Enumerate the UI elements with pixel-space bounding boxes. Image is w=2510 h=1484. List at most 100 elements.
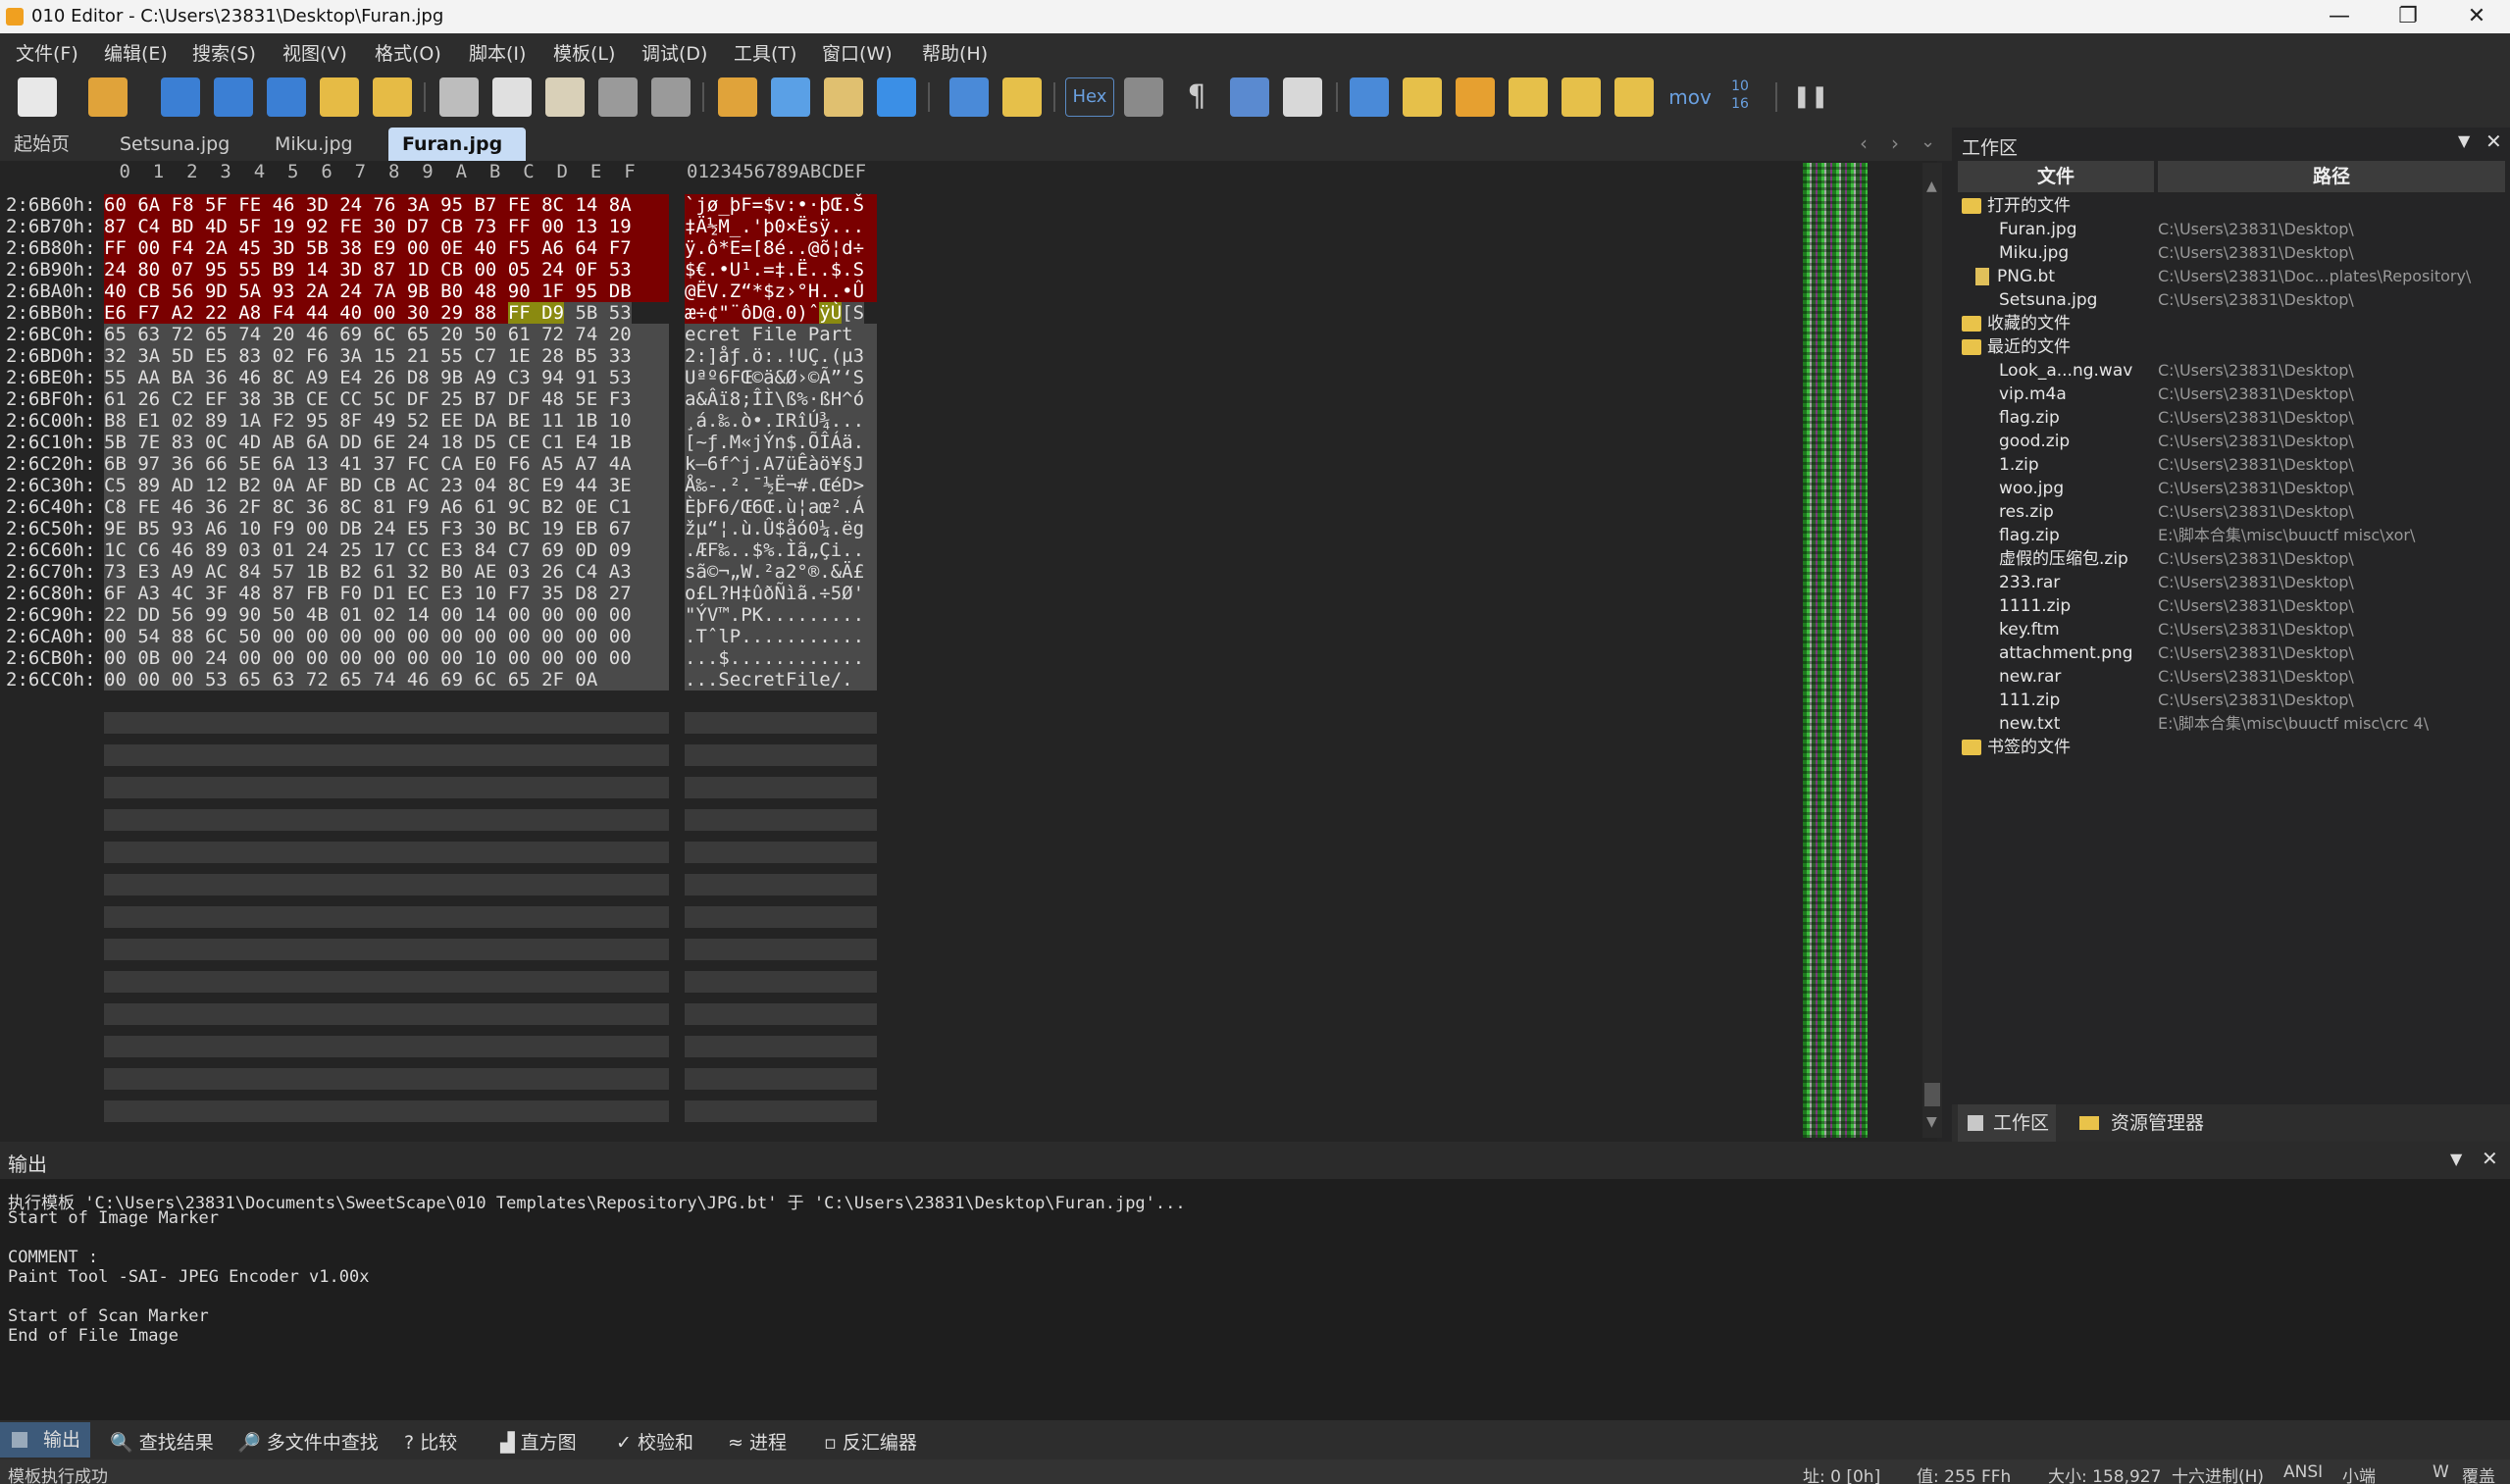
tree-file-item[interactable]: Look_a...ng.wav C:\Users\23831\Desktop\	[1958, 359, 2507, 383]
hex-bytes-row[interactable]: 00 54 88 6C 50 00 00 00 00 00 00 00 00 0…	[104, 626, 669, 647]
tree-file-item[interactable]: 1111.zip C:\Users\23831\Desktop\	[1958, 594, 2507, 618]
status-mode[interactable]: 十六进制(H)	[2172, 1462, 2264, 1484]
ascii-row[interactable]: Å‰-.².¯½Ë¬#.ŒéD>	[685, 475, 877, 496]
ascii-row[interactable]: a&Âï8;ÎÌ\ß%·ßH^ó	[685, 388, 877, 410]
hex-bytes-row[interactable]: 61 26 C2 EF 38 3B CE CC 5C DF 25 B7 DF 4…	[104, 388, 669, 410]
tab-miku[interactable]: Miku.jpg	[275, 128, 353, 161]
goto-icon[interactable]	[877, 77, 916, 117]
menu-search[interactable]: 搜索(S)	[192, 39, 256, 66]
tab-compare[interactable]: ? 比较	[404, 1428, 457, 1455]
menu-file[interactable]: 文件(F)	[16, 39, 78, 66]
tree-file-item[interactable]: vip.m4a C:\Users\23831\Desktop\	[1958, 383, 2507, 406]
hex-editor[interactable]: 0 1 2 3 4 5 6 7 8 9 A B C D E F 01234567…	[0, 161, 1937, 1142]
ascii-row[interactable]: sã©¬„W.²a2°®.&Ä£	[685, 561, 877, 583]
hex-bytes-row[interactable]: 60 6A F8 5F FE 46 3D 24 76 3A 95 B7 FE 8…	[104, 194, 669, 216]
tree-group[interactable]: 最近的文件	[1962, 335, 2071, 359]
menu-debug[interactable]: 调试(D)	[641, 39, 707, 66]
ascii-row[interactable]: ...SecretFile/.	[685, 669, 877, 691]
tab-start-page[interactable]: 起始页	[14, 128, 70, 161]
tree-file-item[interactable]: 233.rar C:\Users\23831\Desktop\	[1958, 571, 2507, 594]
output-menu-icon[interactable]: ▼	[2450, 1150, 2462, 1168]
hex-bytes-row[interactable]: 87 C4 BD 4D 5F 19 92 FE 30 D7 CB 73 FF 0…	[104, 216, 669, 237]
menu-window[interactable]: 窗口(W)	[822, 39, 893, 66]
base-converter-icon[interactable]: 10 16	[1720, 77, 1760, 117]
redo-icon[interactable]	[651, 77, 691, 117]
copy-icon[interactable]	[492, 77, 532, 117]
tab-list-icon[interactable]: ⌄	[1921, 131, 1935, 152]
hex-bytes-row[interactable]: 22 DD 56 99 90 50 4B 01 02 14 00 14 00 0…	[104, 604, 669, 626]
save-icon[interactable]	[161, 77, 200, 117]
hex-bytes-row[interactable]: 65 63 72 65 74 20 46 69 6C 65 20 50 61 7…	[104, 324, 669, 345]
hex-bytes-row[interactable]: 1C C6 46 89 03 01 24 25 17 CC E3 84 C7 6…	[104, 539, 669, 561]
tab-histogram[interactable]: ▟ 直方图	[500, 1428, 577, 1455]
hex-bytes-row[interactable]: 6F A3 4C 3F 48 87 FB F0 D1 EC E3 10 F7 3…	[104, 583, 669, 604]
ascii-row[interactable]: Uªº6FŒ©ä&Ø›©Ã”‘S	[685, 367, 877, 388]
hex-bytes-row[interactable]: 00 0B 00 24 00 00 00 00 00 00 00 10 00 0…	[104, 647, 669, 669]
disassembler-icon[interactable]: mov	[1667, 77, 1713, 117]
help-icon[interactable]	[1403, 77, 1442, 117]
hex-bytes-row[interactable]: C5 89 AD 12 B2 0A AF BD CB AC 23 04 8C E…	[104, 475, 669, 496]
tree-group[interactable]: 收藏的文件	[1962, 312, 2071, 335]
ascii-row[interactable]: "ÝV™.PK.........	[685, 604, 877, 626]
tree-file-item[interactable]: PNG.bt C:\Users\23831\Doc...plates\Reposi…	[1958, 265, 2507, 288]
vertical-scrollbar[interactable]: ▲ ▼	[1922, 163, 1942, 1138]
scroll-thumb[interactable]	[1924, 1083, 1940, 1106]
tree-file-item[interactable]: new.txt E:\脚本合集\misc\buuctf misc\crc 4\	[1958, 712, 2507, 736]
ascii-row[interactable]: [~ƒ.M«jÝn$.ÕÎÁä.	[685, 432, 877, 453]
tree-file-item[interactable]: new.rar C:\Users\23831\Desktop\	[1958, 665, 2507, 689]
file-minimap[interactable]	[1803, 163, 1868, 1138]
tree-file-item[interactable]: 1.zip C:\Users\23831\Desktop\	[1958, 453, 2507, 477]
panel-close-icon[interactable]: ✕	[2485, 129, 2502, 153]
close-window-button[interactable]: ✕	[2442, 2, 2510, 31]
columns-icon[interactable]	[1230, 77, 1269, 117]
replace-icon[interactable]	[771, 77, 810, 117]
find-in-files-icon[interactable]	[824, 77, 863, 117]
hex-bytes-row[interactable]: 40 CB 56 9D 5A 93 2A 24 7A 9B B0 48 90 1…	[104, 281, 669, 302]
menu-view[interactable]: 视图(V)	[282, 39, 347, 66]
status-encoding[interactable]: ANSI	[2283, 1462, 2323, 1482]
tree-file-item[interactable]: woo.jpg C:\Users\23831\Desktop\	[1958, 477, 2507, 500]
hex-bytes-row[interactable]: 24 80 07 95 55 B9 14 3D 87 1D CB 00 05 2…	[104, 259, 669, 281]
calculator-icon[interactable]	[1350, 77, 1389, 117]
hex-icon[interactable]: Hex	[1065, 77, 1114, 117]
ascii-row[interactable]: æ÷¢"¨ôD@.0)ˆÿÙ[S	[685, 302, 877, 324]
tree-file-item[interactable]: Miku.jpg C:\Users\23831\Desktop\	[1958, 241, 2507, 265]
menu-script[interactable]: 脚本(I)	[469, 39, 526, 66]
tree-file-item[interactable]: Furan.jpg C:\Users\23831\Desktop\	[1958, 218, 2507, 241]
tree-group[interactable]: 打开的文件	[1962, 194, 2071, 218]
ascii-row[interactable]: `jø_þF=$v:•·þŒ.Š	[685, 194, 877, 216]
ascii-row[interactable]: ÈþF6/Œ6Œ.ù¦aœ².Á	[685, 496, 877, 518]
open-folder-icon[interactable]	[320, 77, 359, 117]
hex-bytes-row[interactable]: 55 AA BA 36 46 8C A9 E4 26 D8 9B A9 C3 9…	[104, 367, 669, 388]
scroll-up-icon[interactable]: ▲	[1926, 179, 1937, 194]
hex-bytes-row[interactable]: 00 00 00 53 65 63 72 65 74 46 69 6C 65 2…	[104, 669, 669, 691]
tree-file-item[interactable]: key.ftm C:\Users\23831\Desktop\	[1958, 618, 2507, 641]
tree-file-item[interactable]: good.zip C:\Users\23831\Desktop\	[1958, 430, 2507, 453]
save-as-icon[interactable]	[214, 77, 253, 117]
status-overwrite[interactable]: 覆盖	[2462, 1462, 2495, 1484]
ascii-row[interactable]: @ËV.Z“*$z›°H..•Û	[685, 281, 877, 302]
status-endian[interactable]: 小端	[2342, 1462, 2376, 1484]
tab-checksum[interactable]: ✓ 校验和	[616, 1428, 693, 1455]
text-format-icon[interactable]	[1124, 77, 1163, 117]
pause-icon[interactable]: ❚❚	[1791, 77, 1830, 117]
tab-scroll-right-icon[interactable]: ›	[1891, 131, 1899, 155]
tree-file-item[interactable]: Setsuna.jpg C:\Users\23831\Desktop\	[1958, 288, 2507, 312]
tab-process[interactable]: ≈ 进程	[728, 1428, 787, 1455]
ascii-row[interactable]: $€.•U¹.=‡.Ë..$.S	[685, 259, 877, 281]
tab-disassembler[interactable]: ▫ 反汇编器	[824, 1428, 917, 1455]
highlight-icon[interactable]	[1283, 77, 1322, 117]
ascii-row[interactable]: ÿ.ô*E=[8é..@õ¦d÷	[685, 237, 877, 259]
tab-scroll-left-icon[interactable]: ‹	[1860, 131, 1868, 155]
histogram-icon[interactable]	[1509, 77, 1548, 117]
tab-furan[interactable]: Furan.jpg ✕	[388, 128, 526, 188]
tab-find-results[interactable]: 🔍 查找结果	[110, 1428, 214, 1455]
hex-bytes-row[interactable]: 32 3A 5D E5 83 02 F6 3A 15 21 55 C7 1E 2…	[104, 345, 669, 367]
check-icon[interactable]	[1614, 77, 1654, 117]
cut-icon[interactable]	[439, 77, 479, 117]
panel-menu-icon[interactable]: ▼	[2458, 131, 2470, 150]
ascii-row[interactable]: 2:]åƒ.ö:.!UÇ.(µ3	[685, 345, 877, 367]
scroll-down-icon[interactable]: ▼	[1926, 1114, 1937, 1130]
ascii-row[interactable]: ‡Ä½M_.'þ0×Ësÿ...	[685, 216, 877, 237]
ascii-row[interactable]: ecret File Part	[685, 324, 877, 345]
